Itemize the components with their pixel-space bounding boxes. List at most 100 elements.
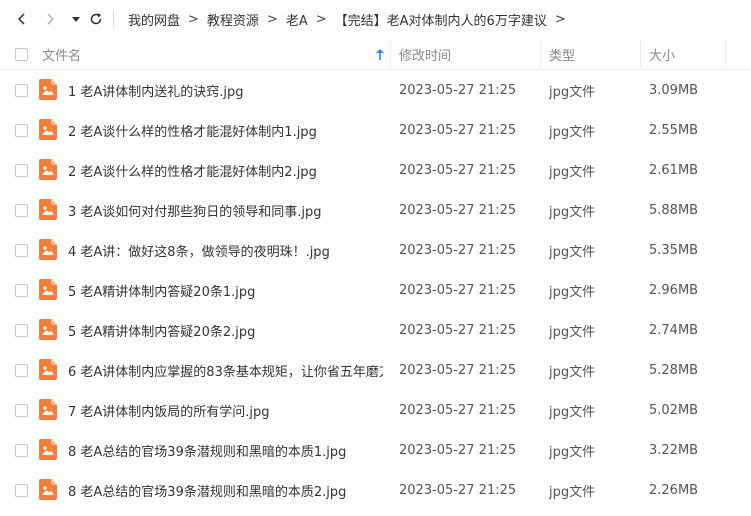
history-dropdown-button[interactable]	[66, 9, 86, 29]
file-name[interactable]: 1 老A讲体制内送礼的诀窍.jpg	[68, 70, 383, 110]
header-size[interactable]: 大小	[649, 38, 675, 70]
row-checkbox[interactable]	[15, 324, 28, 337]
row-checkbox[interactable]	[15, 444, 28, 457]
image-file-icon	[39, 279, 57, 300]
image-file-icon	[39, 119, 57, 140]
image-file-icon	[39, 159, 57, 180]
image-file-icon	[39, 319, 57, 340]
file-modified-time: 2023-05-27 21:25	[399, 442, 517, 458]
image-file-icon	[39, 79, 57, 100]
breadcrumb-separator: >	[188, 11, 199, 27]
file-row[interactable]: 4 老A讲：做好这8条，做领导的夜明珠！.jpg 2023-05-27 21:2…	[0, 230, 751, 270]
file-name[interactable]: 3 老A谈如何对付那些狗日的领导和同事.jpg	[68, 190, 383, 230]
row-checkbox[interactable]	[15, 404, 28, 417]
file-type: jpg文件	[549, 284, 596, 300]
file-modified-time: 2023-05-27 21:25	[399, 282, 517, 298]
file-modified-time: 2023-05-27 21:25	[399, 82, 517, 98]
forward-button[interactable]	[40, 9, 60, 29]
file-row[interactable]: 2 老A谈什么样的性格才能混好体制内1.jpg 2023-05-27 21:25…	[0, 110, 751, 150]
select-all-checkbox[interactable]	[15, 48, 28, 61]
file-name[interactable]: 5 老A精讲体制内答疑20条2.jpg	[68, 310, 383, 350]
file-size: 5.88MB	[649, 202, 699, 218]
column-divider[interactable]	[390, 40, 391, 68]
file-size: 2.26MB	[649, 482, 699, 498]
file-type: jpg文件	[549, 84, 596, 100]
sort-ascending-arrow-icon[interactable]	[374, 48, 386, 61]
column-divider[interactable]	[540, 40, 541, 68]
breadcrumb: 我的网盘 > 教程资源 > 老A > 【完结】老A对体制内人的6万字建议 >	[128, 0, 574, 38]
file-type: jpg文件	[549, 444, 596, 460]
breadcrumb-item-current-folder[interactable]: 【完结】老A对体制内人的6万字建议	[335, 10, 547, 29]
file-modified-time: 2023-05-27 21:25	[399, 202, 517, 218]
file-size: 5.28MB	[649, 362, 699, 378]
column-divider[interactable]	[725, 40, 726, 68]
file-row[interactable]: 6 老A讲体制内应掌握的83条基本规矩，让你省五年磨刀... 2023-05-2…	[0, 350, 751, 390]
row-checkbox[interactable]	[15, 164, 28, 177]
file-modified-time: 2023-05-27 21:25	[399, 242, 517, 258]
file-row[interactable]: 3 老A谈如何对付那些狗日的领导和同事.jpg 2023-05-27 21:25…	[0, 190, 751, 230]
row-checkbox[interactable]	[15, 284, 28, 297]
file-size: 2.55MB	[649, 122, 699, 138]
file-size: 5.35MB	[649, 242, 699, 258]
image-file-icon	[39, 199, 57, 220]
header-type[interactable]: 类型	[549, 38, 575, 70]
chevron-right-icon	[47, 13, 55, 25]
row-checkbox[interactable]	[15, 204, 28, 217]
file-name[interactable]: 8 老A总结的官场39条潜规则和黑暗的本质2.jpg	[68, 470, 383, 510]
file-list: 1 老A讲体制内送礼的诀窍.jpg 2023-05-27 21:25 jpg文件…	[0, 70, 751, 510]
file-row[interactable]: 2 老A谈什么样的性格才能混好体制内2.jpg 2023-05-27 21:25…	[0, 150, 751, 190]
file-size: 3.09MB	[649, 82, 699, 98]
header-name[interactable]: 文件名	[42, 38, 81, 70]
file-name[interactable]: 2 老A谈什么样的性格才能混好体制内1.jpg	[68, 110, 383, 150]
breadcrumb-separator: >	[315, 11, 327, 27]
dropdown-triangle-icon	[72, 17, 80, 22]
header-modified[interactable]: 修改时间	[399, 38, 451, 70]
row-checkbox[interactable]	[15, 124, 28, 137]
chevron-left-icon	[17, 13, 25, 25]
row-checkbox[interactable]	[15, 484, 28, 497]
file-modified-time: 2023-05-27 21:25	[399, 122, 517, 138]
refresh-button[interactable]	[86, 9, 106, 29]
image-file-icon	[39, 479, 57, 500]
breadcrumb-item-my-drive[interactable]: 我的网盘	[128, 10, 180, 29]
file-modified-time: 2023-05-27 21:25	[399, 322, 517, 338]
file-name[interactable]: 8 老A总结的官场39条潜规则和黑暗的本质1.jpg	[68, 430, 383, 470]
file-name[interactable]: 7 老A讲体制内饭局的所有学问.jpg	[68, 390, 383, 430]
file-modified-time: 2023-05-27 21:25	[399, 162, 517, 178]
column-divider[interactable]	[640, 40, 641, 68]
image-file-icon	[39, 359, 57, 380]
file-type: jpg文件	[549, 324, 596, 340]
file-type: jpg文件	[549, 404, 596, 420]
image-file-icon	[39, 439, 57, 460]
file-row[interactable]: 5 老A精讲体制内答疑20条1.jpg 2023-05-27 21:25 jpg…	[0, 270, 751, 310]
row-checkbox[interactable]	[15, 244, 28, 257]
file-type: jpg文件	[549, 164, 596, 180]
refresh-icon	[90, 13, 102, 25]
row-checkbox[interactable]	[15, 84, 28, 97]
file-size: 5.02MB	[649, 402, 699, 418]
row-checkbox[interactable]	[15, 364, 28, 377]
toolbar: 我的网盘 > 教程资源 > 老A > 【完结】老A对体制内人的6万字建议 >	[0, 0, 751, 38]
file-name[interactable]: 5 老A精讲体制内答疑20条1.jpg	[68, 270, 383, 310]
file-row[interactable]: 8 老A总结的官场39条潜规则和黑暗的本质2.jpg 2023-05-27 21…	[0, 470, 751, 510]
image-file-icon	[39, 239, 57, 260]
file-type: jpg文件	[549, 484, 596, 500]
file-name[interactable]: 2 老A谈什么样的性格才能混好体制内2.jpg	[68, 150, 383, 190]
image-file-icon	[39, 399, 57, 420]
file-type: jpg文件	[549, 364, 596, 380]
back-button[interactable]	[12, 9, 32, 29]
file-row[interactable]: 7 老A讲体制内饭局的所有学问.jpg 2023-05-27 21:25 jpg…	[0, 390, 751, 430]
toolbar-divider	[113, 10, 114, 28]
file-row[interactable]: 5 老A精讲体制内答疑20条2.jpg 2023-05-27 21:25 jpg…	[0, 310, 751, 350]
breadcrumb-item-tutorials[interactable]: 教程资源	[207, 10, 259, 29]
file-modified-time: 2023-05-27 21:25	[399, 362, 517, 378]
file-name[interactable]: 4 老A讲：做好这8条，做领导的夜明珠！.jpg	[68, 230, 383, 270]
file-size: 2.96MB	[649, 282, 699, 298]
file-name[interactable]: 6 老A讲体制内应掌握的83条基本规矩，让你省五年磨刀...	[68, 350, 383, 390]
breadcrumb-item-lao-a[interactable]: 老A	[286, 10, 308, 29]
breadcrumb-separator: >	[266, 11, 278, 27]
file-row[interactable]: 1 老A讲体制内送礼的诀窍.jpg 2023-05-27 21:25 jpg文件…	[0, 70, 751, 110]
file-modified-time: 2023-05-27 21:25	[399, 482, 517, 498]
file-row[interactable]: 8 老A总结的官场39条潜规则和黑暗的本质1.jpg 2023-05-27 21…	[0, 430, 751, 470]
file-size: 2.74MB	[649, 322, 699, 338]
